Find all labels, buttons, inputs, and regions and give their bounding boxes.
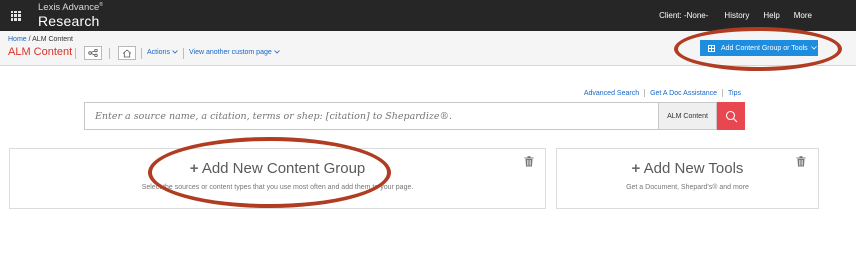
history-menu[interactable]: History — [724, 11, 749, 20]
trash-icon[interactable] — [524, 156, 534, 167]
brand-line2: Research — [38, 12, 100, 29]
help-menu[interactable]: Help — [763, 11, 779, 20]
tips-link[interactable]: Tips — [728, 90, 741, 97]
breadcrumb-current: ALM Content — [32, 36, 73, 43]
plus-icon: + — [631, 160, 641, 177]
search-links: Advanced Search Get A Doc Assistance Tip… — [584, 89, 741, 97]
divider — [75, 48, 76, 59]
search-icon — [725, 110, 737, 122]
divider — [644, 89, 646, 97]
chevron-down-icon — [273, 50, 280, 54]
add-content-group-or-tools-button[interactable]: Add Content Group or Tools — [700, 40, 818, 56]
search-input[interactable] — [95, 111, 650, 122]
add-tools-label: Add New Tools — [643, 160, 744, 177]
plus-icon: + — [189, 160, 199, 177]
actions-menu[interactable]: Actions — [147, 49, 178, 56]
top-nav: Client: -None- History Help More — [645, 0, 812, 31]
search-box — [84, 102, 659, 130]
client-menu[interactable]: Client: -None- — [659, 11, 708, 20]
custom-page-menu[interactable]: View another custom page — [189, 49, 280, 56]
brand-line1: Lexis Advance — [38, 2, 100, 14]
share-icon — [88, 49, 98, 57]
search-scope-selector[interactable]: ALM Content — [659, 102, 717, 130]
add-content-group-label: Add New Content Group — [201, 160, 366, 177]
breadcrumb: Home / ALM Content — [8, 36, 73, 43]
more-menu[interactable]: More — [794, 11, 812, 20]
add-content-group-description: Select the sources or content types that… — [141, 184, 414, 191]
home-button[interactable] — [118, 46, 136, 60]
plus-square-icon — [708, 44, 715, 52]
custom-page-label: View another custom page — [189, 49, 272, 56]
chevron-down-icon — [172, 50, 178, 54]
actions-label: Actions — [147, 49, 170, 56]
divider — [109, 48, 110, 59]
brand-reg: ® — [99, 2, 103, 8]
divider — [722, 89, 724, 97]
add-content-group-title[interactable]: + Add New Content Group — [10, 160, 545, 177]
add-content-group-panel[interactable]: + Add New Content Group Select the sourc… — [9, 148, 546, 209]
share-button[interactable] — [84, 46, 102, 60]
add-tools-title[interactable]: + Add New Tools — [557, 160, 818, 177]
divider — [141, 48, 142, 59]
get-a-doc-link[interactable]: Get A Doc Assistance — [650, 90, 717, 97]
add-tools-panel[interactable]: + Add New Tools Get a Document, Shepard'… — [556, 148, 819, 209]
breadcrumb-home-link[interactable]: Home — [8, 36, 27, 43]
search-button[interactable] — [717, 102, 745, 130]
divider — [183, 48, 184, 59]
page-title: ALM Content — [8, 46, 73, 58]
trash-icon[interactable] — [796, 156, 806, 167]
top-bar: Lexis Advance® Research Client: -None- H… — [0, 0, 856, 31]
add-tools-description: Get a Document, Shepard's® and more — [626, 184, 749, 191]
product-logo[interactable]: Lexis Advance® Research — [38, 3, 103, 28]
home-icon — [122, 48, 132, 57]
advanced-search-link[interactable]: Advanced Search — [584, 90, 639, 97]
chevron-down-icon — [810, 46, 817, 50]
add-button-label: Add Content Group or Tools — [721, 44, 808, 52]
apps-grid-icon[interactable] — [0, 0, 31, 31]
